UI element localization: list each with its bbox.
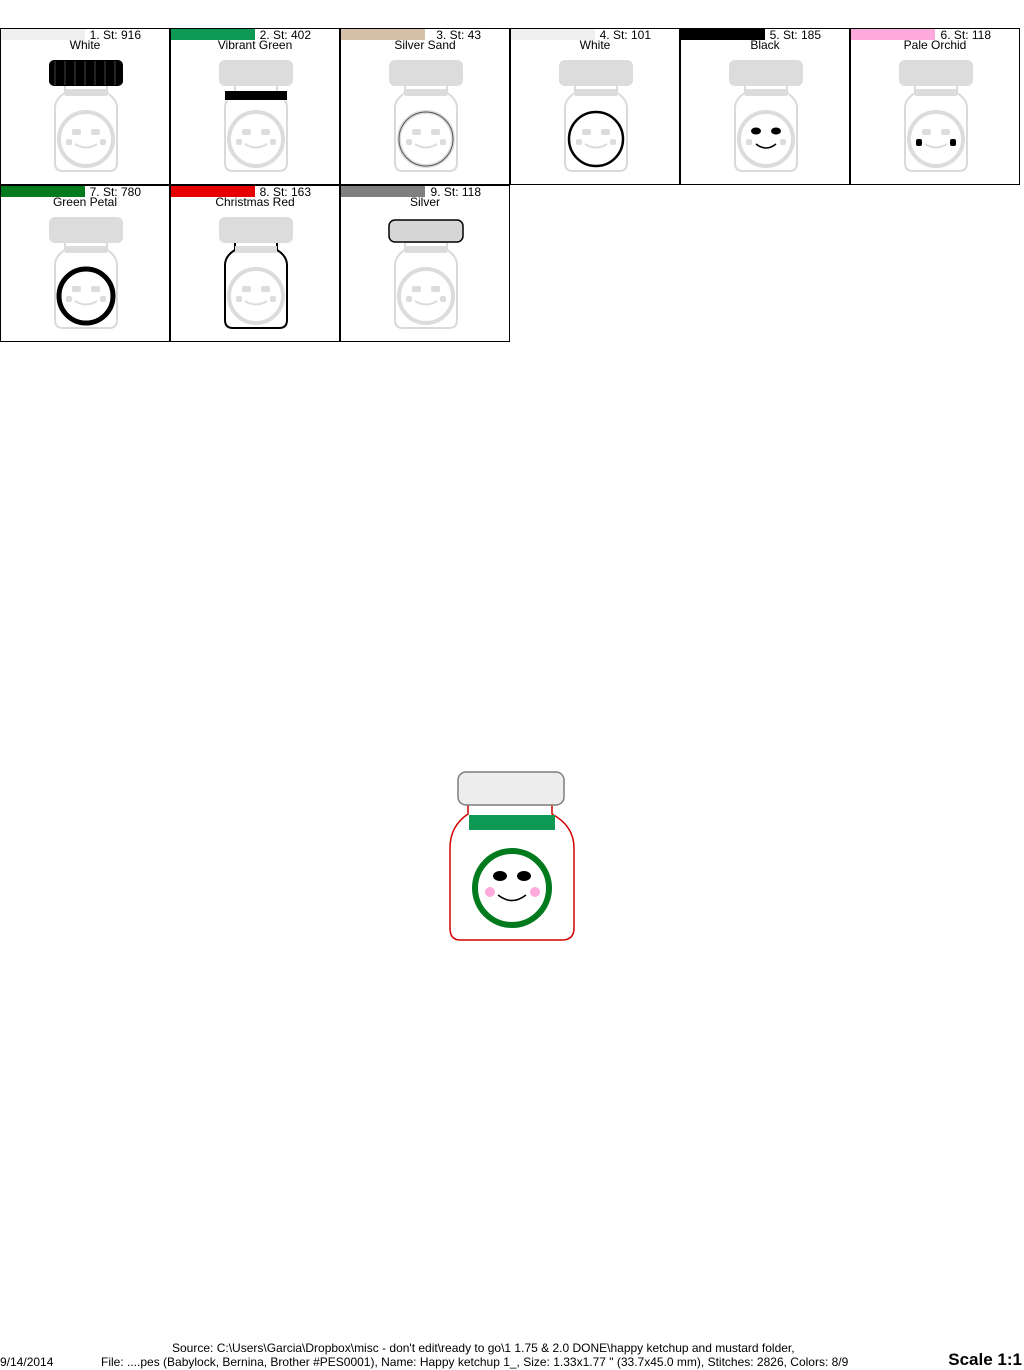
thread-name-5: Black bbox=[750, 38, 780, 52]
source-path-line: Source: C:\Users\Garcia\Dropbox\misc - d… bbox=[172, 1341, 795, 1355]
color-stop-1: 1. St: 916 White bbox=[0, 28, 170, 185]
color-stop-6: 6. St: 118 Pale Orchid bbox=[850, 28, 1020, 185]
thread-name-2: Vibrant Green bbox=[217, 38, 293, 52]
color-stop-5: 5. St: 185 Black bbox=[680, 28, 850, 185]
thread-name-1: White bbox=[69, 38, 101, 52]
thread-name-6: Pale Orchid bbox=[903, 38, 967, 52]
design-preview-image bbox=[449, 771, 575, 941]
print-date: 9/14/2014 bbox=[0, 1355, 54, 1369]
jar-step-5-icon bbox=[729, 60, 803, 172]
jar-step-4-icon bbox=[559, 60, 633, 172]
jar-step-9-icon bbox=[388, 219, 464, 329]
color-stop-2: 2. St: 402 Vibrant Green bbox=[170, 28, 340, 185]
color-stop-9: 9. St: 118 Silver bbox=[340, 185, 510, 342]
color-stop-8: 8. St: 163 Christmas Red bbox=[170, 185, 340, 342]
jar-step-8-icon bbox=[219, 217, 293, 329]
color-stop-7: 7. St: 780 Green Petal bbox=[0, 185, 170, 342]
thread-name-3: Silver Sand bbox=[394, 38, 456, 52]
color-stop-4: 4. St: 101 White bbox=[510, 28, 680, 185]
jar-step-6-icon bbox=[899, 60, 973, 172]
thread-name-4: White bbox=[579, 38, 611, 52]
file-info-line: File: ....pes (Babylock, Bernina, Brothe… bbox=[101, 1355, 849, 1369]
jar-step-1-icon bbox=[49, 60, 123, 172]
jar-step-3-icon bbox=[389, 60, 463, 172]
scale-label: Scale 1:1 bbox=[948, 1350, 1022, 1369]
thread-name-7: Green Petal bbox=[52, 195, 118, 209]
jar-step-7-icon bbox=[49, 217, 123, 329]
thread-name-9: Silver bbox=[409, 195, 440, 209]
color-stop-3: 3. St: 43 Silver Sand bbox=[340, 28, 510, 185]
jar-step-2-icon bbox=[219, 60, 293, 172]
thread-name-8: Christmas Red bbox=[215, 195, 295, 209]
